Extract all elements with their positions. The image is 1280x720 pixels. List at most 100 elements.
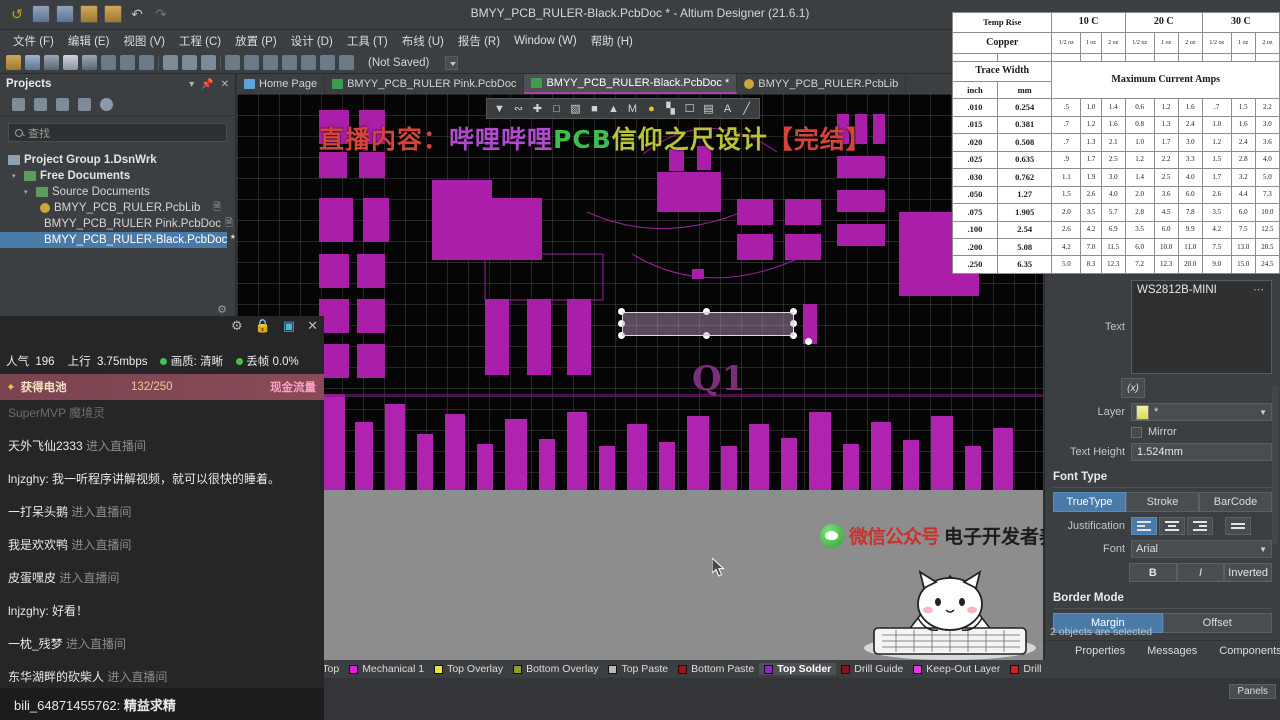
- camera-icon[interactable]: ▣: [283, 318, 295, 334]
- menu-item-reports[interactable]: 报告 (R): [451, 31, 507, 51]
- menu-item-place[interactable]: 放置 (P): [228, 31, 284, 51]
- print-preview-icon[interactable]: [63, 55, 78, 70]
- pcb-canvas[interactable]: Q1 直播内容：哔哩哔哩PCB信仰之尺设计【完结】 ▼ ∾ ✚ □ ▧ ■ ▲ …: [237, 94, 1043, 490]
- menu-item-file[interactable]: 文件 (F): [6, 31, 61, 51]
- font-type-truetype[interactable]: TrueType: [1053, 492, 1126, 512]
- align-left-icon[interactable]: [1131, 517, 1157, 535]
- menu-item-project[interactable]: 工程 (C): [172, 31, 228, 51]
- tab-pcbdoc-pink[interactable]: BMYY_PCB_RULER Pink.PcbDoc: [325, 74, 525, 94]
- zoom-in-icon[interactable]: [120, 55, 135, 70]
- menu-item-window[interactable]: Window (W): [507, 33, 584, 49]
- variant-dropdown[interactable]: [445, 55, 459, 70]
- save-document-icon[interactable]: [25, 55, 40, 70]
- open-document-icon[interactable]: [6, 55, 21, 70]
- move-icon[interactable]: [244, 55, 259, 70]
- bold-button[interactable]: B: [1129, 563, 1177, 582]
- selection-handle[interactable]: [805, 338, 812, 345]
- menu-item-design[interactable]: 设计 (D): [284, 31, 340, 51]
- tree-item-source-documents[interactable]: ▾ Source Documents: [0, 184, 235, 200]
- selected-text-object[interactable]: [622, 312, 794, 336]
- gear-icon[interactable]: ⚙: [231, 318, 243, 334]
- tree-item-workspace[interactable]: Project Group 1.DsnWrk: [0, 152, 235, 168]
- expression-button[interactable]: (x): [1121, 378, 1145, 398]
- align-right-icon[interactable]: [1187, 517, 1213, 535]
- compile-icon[interactable]: [34, 98, 47, 111]
- battery-banner[interactable]: ✦ 获得电池 132/250 现金流量: [0, 374, 324, 400]
- dimension-icon[interactable]: ▤: [700, 100, 717, 117]
- tab-pcbdoc-black[interactable]: BMYY_PCB_RULER-Black.PcbDoc *: [524, 74, 738, 94]
- route-icon[interactable]: ∾: [510, 100, 527, 117]
- copy-icon[interactable]: [182, 55, 197, 70]
- text-height-input[interactable]: 1.524mm: [1131, 443, 1272, 461]
- align-middle-icon[interactable]: [1225, 517, 1251, 535]
- undo-toolbar-icon[interactable]: [301, 55, 316, 70]
- open-project-tree-icon[interactable]: [56, 98, 69, 111]
- layer-tab-top-solder[interactable]: Top Solder: [759, 663, 837, 675]
- close-icon[interactable]: ✕: [307, 318, 318, 334]
- inverted-button[interactable]: Inverted: [1224, 563, 1273, 582]
- zoom-out-icon[interactable]: [139, 55, 154, 70]
- font-dropdown[interactable]: Arial ▼: [1131, 540, 1272, 558]
- redo-toolbar-icon[interactable]: [320, 55, 335, 70]
- board-cutout-icon[interactable]: ☐: [681, 100, 698, 117]
- fill-icon[interactable]: ■: [586, 100, 603, 117]
- tree-item-pcbdoc-pink[interactable]: BMYY_PCB_RULER Pink.PcbDoc 🗎: [0, 216, 235, 232]
- chevron-down-icon[interactable]: ▾: [189, 79, 194, 90]
- text-input[interactable]: WS2812B-MINI ⋯: [1131, 280, 1272, 374]
- font-type-barcode[interactable]: BarCode: [1199, 492, 1272, 512]
- line-icon[interactable]: ╱: [738, 100, 755, 117]
- filter-icon[interactable]: ▼: [491, 100, 508, 117]
- tab-home-page[interactable]: Home Page: [237, 74, 326, 94]
- search-input[interactable]: 查找: [8, 123, 227, 142]
- net-icon[interactable]: M: [624, 100, 641, 117]
- component-icon[interactable]: ▧: [567, 100, 584, 117]
- align-center-icon[interactable]: [1159, 517, 1185, 535]
- filter-icon[interactable]: [282, 55, 297, 70]
- chat-list[interactable]: SuperMVP 魔境灵 天外飞仙2333 进入直播间 lnjzghy: 我一听…: [0, 400, 324, 684]
- layer-tab-drill[interactable]: Drill: [1005, 663, 1046, 675]
- menu-item-help[interactable]: 帮助 (H): [584, 31, 640, 51]
- layer-dropdown[interactable]: * ▼: [1131, 403, 1272, 421]
- properties-scrollbar[interactable]: [1272, 385, 1278, 545]
- tree-item-pcbdoc-black[interactable]: BMYY_PCB_RULER-Black.PcbDoc *: [0, 232, 235, 248]
- menu-item-tools[interactable]: 工具 (T): [340, 31, 395, 51]
- close-icon[interactable]: ✕: [221, 79, 229, 90]
- gear-icon[interactable]: [100, 98, 113, 111]
- layer-tab-bottom-overlay[interactable]: Bottom Overlay: [508, 663, 603, 675]
- tab-pcblib[interactable]: BMYY_PCB_RULER.PcbLib: [737, 74, 907, 94]
- panel-settings-gear-icon[interactable]: ⚙: [217, 303, 227, 316]
- tab-messages[interactable]: Messages: [1141, 645, 1203, 657]
- chevron-right-icon[interactable]: ▾: [12, 172, 20, 180]
- print-icon[interactable]: [44, 55, 59, 70]
- chevron-right-icon-2[interactable]: ▾: [24, 188, 32, 196]
- layer-tab-mechanical1[interactable]: Mechanical 1: [344, 663, 429, 675]
- menu-item-view[interactable]: 视图 (V): [116, 31, 172, 51]
- menu-item-route[interactable]: 布线 (U): [395, 31, 451, 51]
- layer-tab-drill-guide[interactable]: Drill Guide: [836, 663, 908, 675]
- chevron-down-icon-2[interactable]: ▼: [1259, 545, 1267, 554]
- zoom-icon[interactable]: [101, 55, 116, 70]
- cut-icon[interactable]: [163, 55, 178, 70]
- font-type-stroke[interactable]: Stroke: [1126, 492, 1199, 512]
- align-icon[interactable]: [263, 55, 278, 70]
- layer-tab-bottom-paste[interactable]: Bottom Paste: [673, 663, 759, 675]
- save-project-icon[interactable]: [12, 98, 25, 111]
- paste-icon[interactable]: [201, 55, 216, 70]
- italic-button[interactable]: I: [1176, 563, 1225, 582]
- crosshair-icon[interactable]: ✚: [529, 100, 546, 117]
- via-icon[interactable]: ●: [643, 100, 660, 117]
- layer-tab-top-overlay[interactable]: Top Overlay: [429, 663, 508, 675]
- ellipsis-icon[interactable]: ⋯: [1253, 283, 1265, 296]
- layer-stack-icon[interactable]: ▚: [662, 100, 679, 117]
- mirror-checkbox[interactable]: [1131, 426, 1142, 438]
- tree-item-free-documents[interactable]: ▾ Free Documents: [0, 168, 235, 184]
- select-area-icon[interactable]: [225, 55, 240, 70]
- pin-icon[interactable]: 📌: [201, 79, 213, 90]
- tree-item-pcblib[interactable]: BMYY_PCB_RULER.PcbLib 🗎: [0, 200, 235, 216]
- panels-button[interactable]: Panels: [1229, 684, 1276, 699]
- cross-probe-icon[interactable]: [339, 55, 354, 70]
- menu-item-edit[interactable]: 编辑 (E): [61, 31, 117, 51]
- tab-properties[interactable]: Properties: [1069, 645, 1131, 657]
- layer-tab-top-paste[interactable]: Top Paste: [603, 663, 673, 675]
- text-icon[interactable]: A: [719, 100, 736, 117]
